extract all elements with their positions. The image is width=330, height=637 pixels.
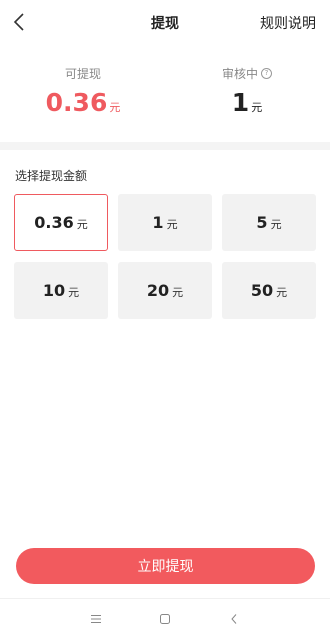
amount-option-0.36[interactable]: 0.36 元 xyxy=(14,194,108,251)
rules-link[interactable]: 规则说明 xyxy=(260,13,316,33)
top-bar: 提现 规则说明 xyxy=(0,0,330,46)
withdraw-now-button[interactable]: 立即提现 xyxy=(16,548,315,584)
choose-amount-label: 选择提现金额 xyxy=(15,169,88,183)
balance-summary: 可提现 0.36 元 审核中 ? 1元 xyxy=(0,46,330,138)
menu-icon[interactable] xyxy=(86,609,106,629)
section-divider xyxy=(0,142,330,150)
available-balance: 可提现 0.36 元 xyxy=(8,66,158,123)
question-circle-icon[interactable]: ? xyxy=(261,67,272,79)
amount-option-5[interactable]: 5元 xyxy=(222,194,316,251)
pending-amount: 1 xyxy=(231,88,250,117)
available-label: 可提现 xyxy=(64,66,101,81)
amount-option-50[interactable]: 50 元 xyxy=(222,262,316,319)
amount-option-20[interactable]: 20 元 xyxy=(118,262,212,319)
pending-label: 审核中 xyxy=(221,66,258,81)
amount-option-1[interactable]: 1元 xyxy=(118,194,212,251)
available-amount: 0.36 xyxy=(45,88,108,117)
amount-option-10[interactable]: 10 元 xyxy=(14,262,108,319)
pending-balance: 审核中 ? 1元 xyxy=(172,66,322,123)
withdraw-page: 提现 规则说明 可提现 0.36 元 审核中 ? 1元 选择提现金额 0.36 元 xyxy=(0,0,330,637)
home-square-icon[interactable] xyxy=(155,609,175,629)
system-nav-bar xyxy=(0,598,330,637)
pending-unit: 元 xyxy=(251,101,263,114)
back-icon[interactable] xyxy=(224,609,244,629)
available-unit: 元 xyxy=(109,101,121,114)
